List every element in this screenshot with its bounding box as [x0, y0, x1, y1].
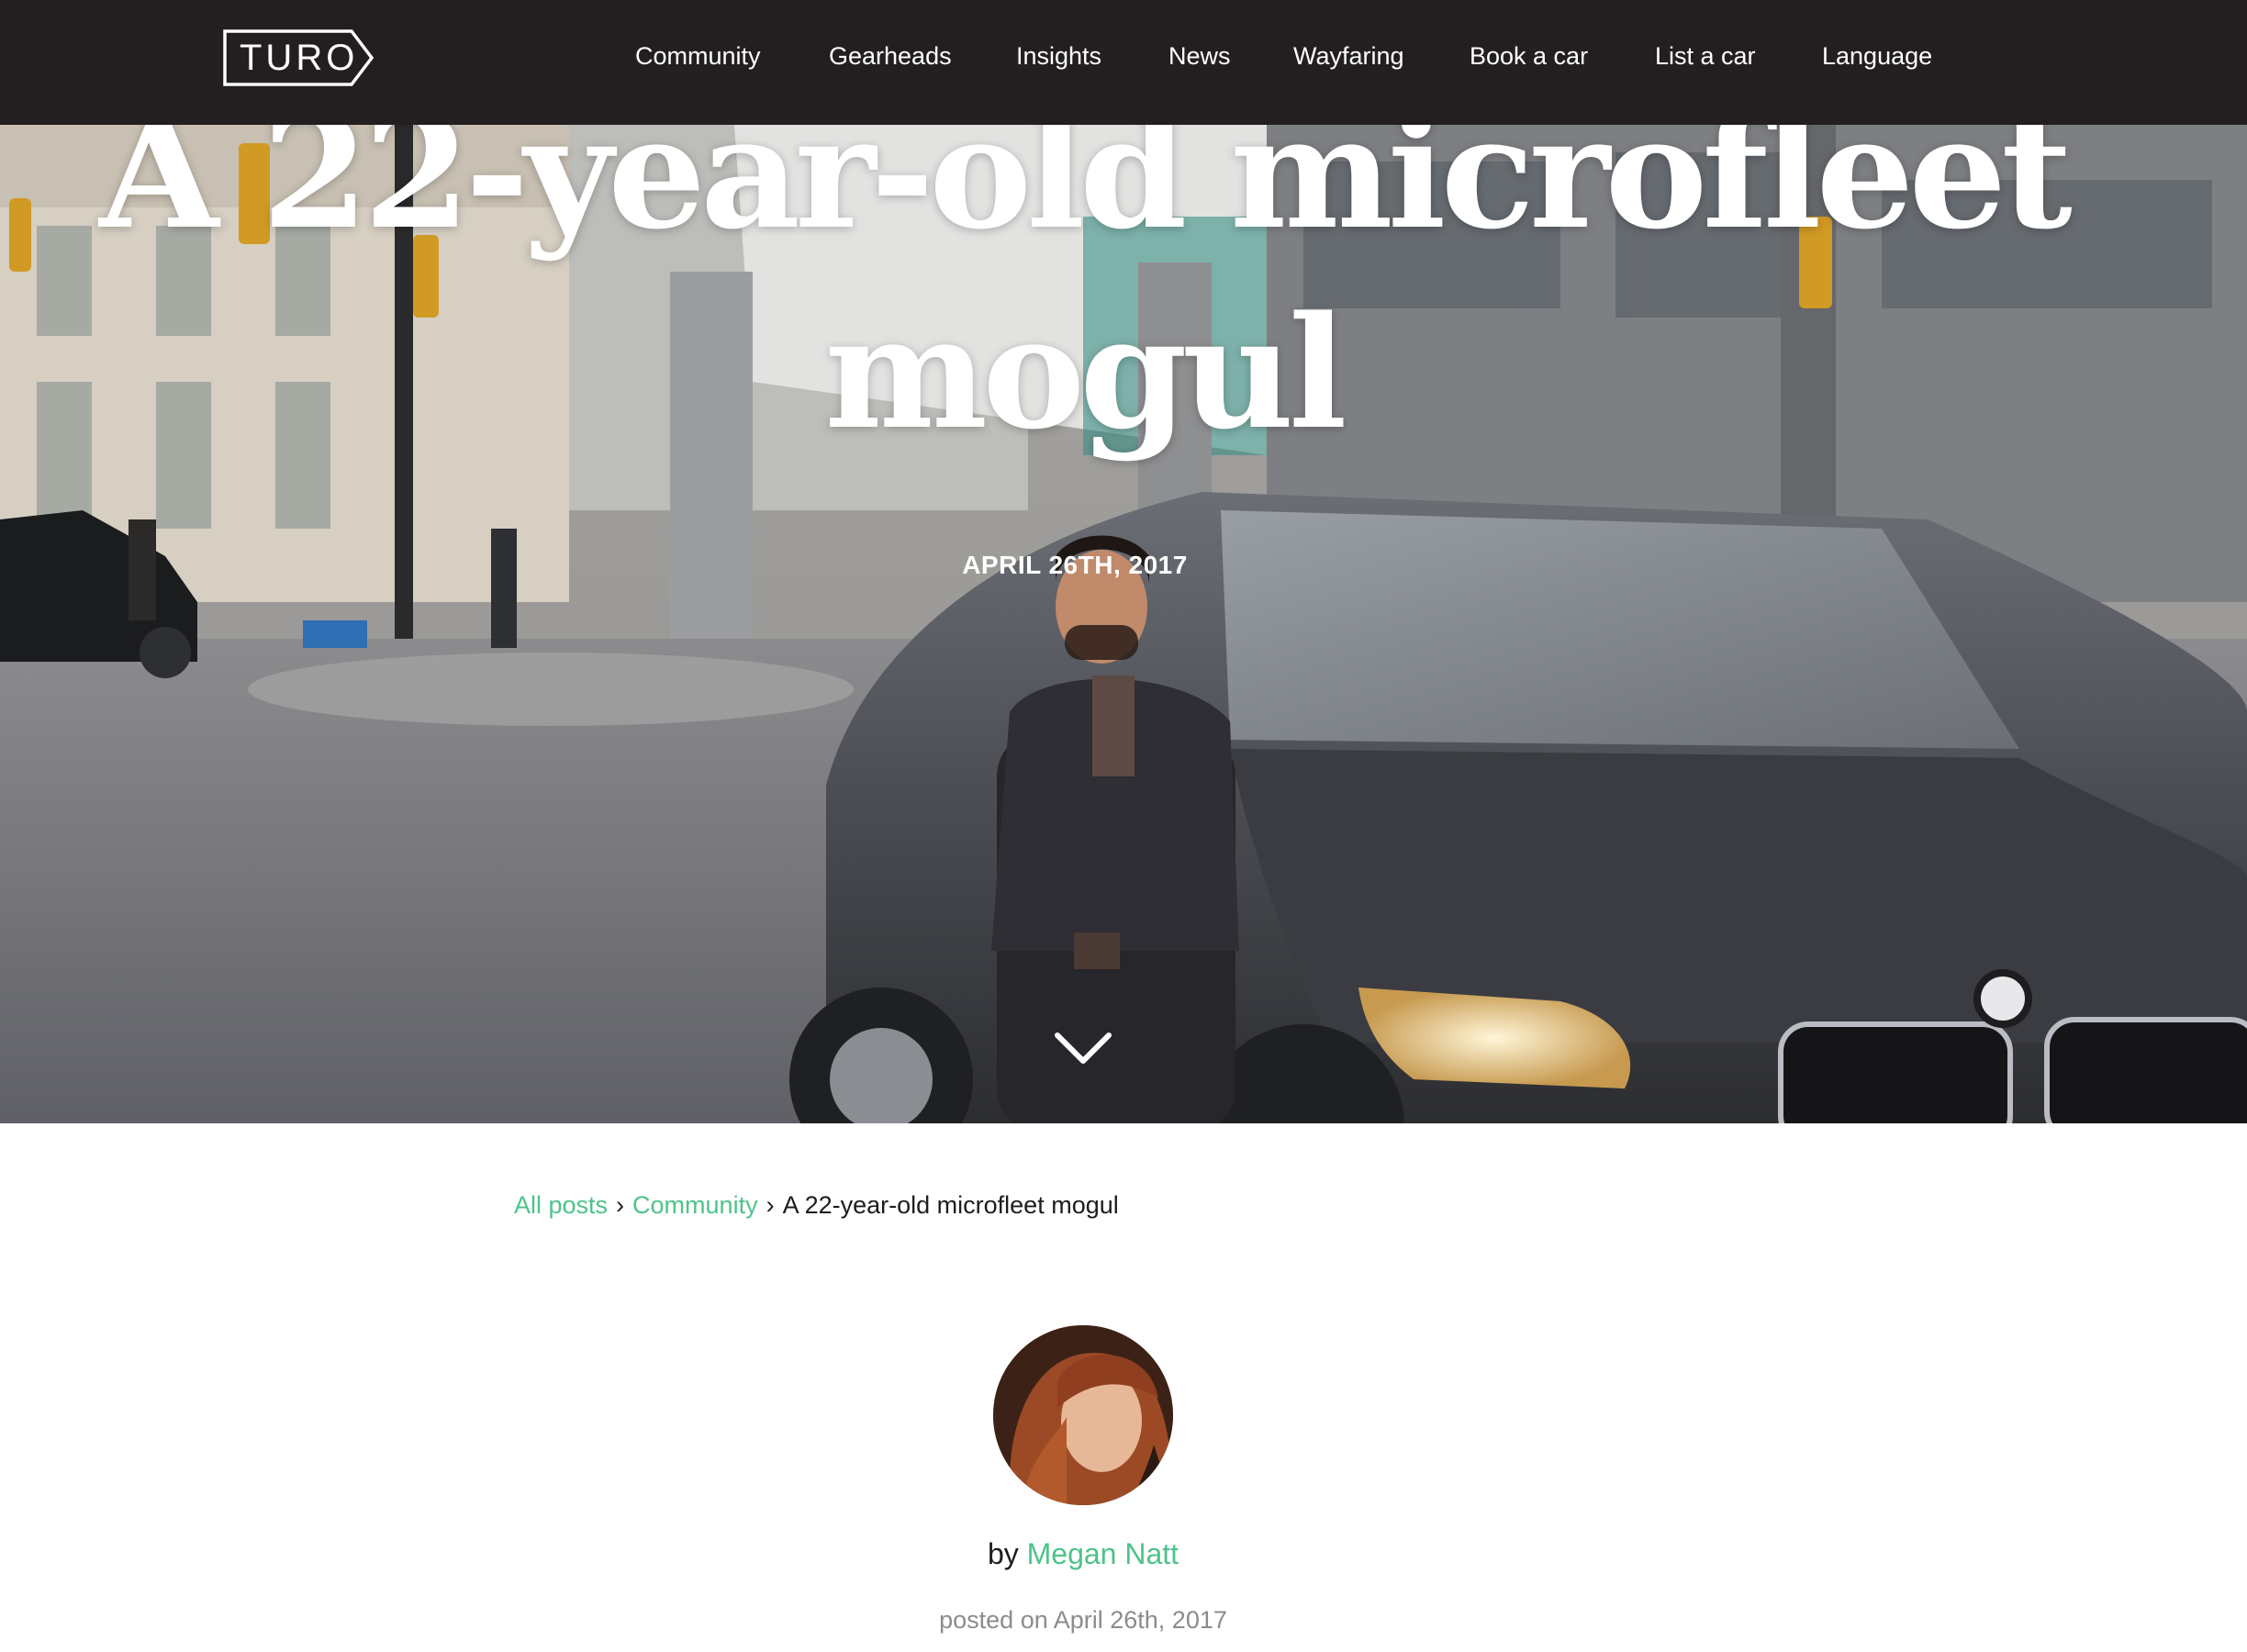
author-photo [993, 1325, 1173, 1505]
author-name-link[interactable]: Megan Natt [1027, 1537, 1179, 1570]
breadcrumb-separator: › [616, 1191, 625, 1219]
article-title: A 22-year-old microfleet mogul [99, 125, 2073, 463]
nav-link-community[interactable]: Community [635, 40, 761, 72]
nav-link-language[interactable]: Language [1822, 40, 1932, 72]
top-navigation-bar: TURO Community Gearheads Insights News W… [0, 0, 2247, 125]
byline-prefix: by [987, 1537, 1019, 1570]
breadcrumb: All posts › Community › A 22-year-old microf… [514, 1189, 1119, 1221]
posted-date: posted on April 26th, 2017 [939, 1606, 1227, 1634]
nav-link-insights[interactable]: Insights [1016, 40, 1101, 72]
nav-link-wayfaring[interactable]: Wayfaring [1293, 40, 1404, 72]
logo-wordmark: TURO [240, 38, 359, 78]
nav-link-book-a-car[interactable]: Book a car [1470, 40, 1588, 72]
hero-banner: A 22-year-old microfleet mogul APRIL 26T… [0, 125, 2247, 1123]
nav-link-list-a-car[interactable]: List a car [1655, 40, 1756, 72]
author-avatar[interactable] [993, 1325, 1173, 1505]
article-date: APRIL 26TH, 2017 [962, 551, 1188, 579]
nav-link-gearheads[interactable]: Gearheads [829, 40, 952, 72]
breadcrumb-link-community[interactable]: Community [632, 1191, 758, 1219]
author-byline: by Megan Natt [0, 1535, 2166, 1573]
breadcrumb-separator: › [766, 1191, 775, 1219]
turo-logo[interactable]: TURO [223, 29, 374, 86]
breadcrumb-current-page: A 22-year-old microfleet mogul [782, 1191, 1119, 1219]
nav-link-news[interactable]: News [1168, 40, 1231, 72]
chevron-down-icon[interactable] [1054, 1030, 1112, 1066]
breadcrumb-link-all-posts[interactable]: All posts [514, 1191, 608, 1219]
